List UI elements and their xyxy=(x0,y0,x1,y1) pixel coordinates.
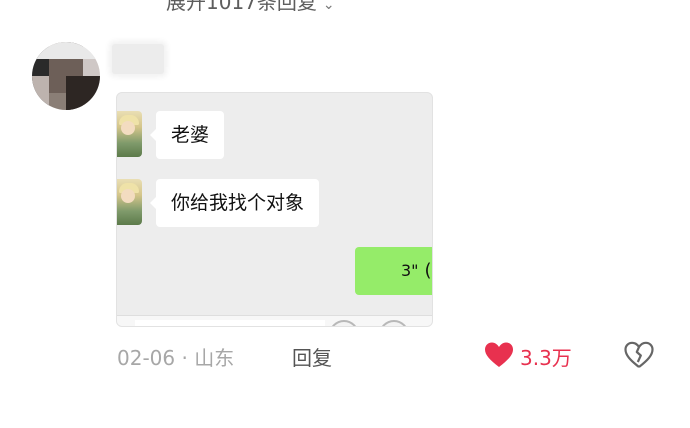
comment-meta: 02-06 · 山东 xyxy=(117,342,234,371)
voice-message-bubble: 3" ( xyxy=(355,247,432,295)
comment-date: 02-06 xyxy=(117,346,176,370)
voice-duration: 3" xyxy=(401,261,419,280)
avatar[interactable] xyxy=(32,42,100,110)
emoji-icon xyxy=(329,320,359,326)
comment-image-screenshot[interactable]: 老婆 你给我找个对象 3" ( xyxy=(116,92,433,327)
expand-replies-label: 展开1017条回复 xyxy=(166,0,317,14)
chat-bubble: 老婆 xyxy=(149,111,225,159)
voice-wave-icon: ( xyxy=(424,260,432,281)
comment-location: 山东 xyxy=(194,346,235,370)
chat-bubble: 你给我找个对象 xyxy=(149,179,320,227)
chevron-down-icon: ⌄ xyxy=(322,0,335,13)
broken-heart-icon[interactable] xyxy=(624,341,654,369)
chat-input-bar xyxy=(117,315,432,326)
heart-filled-icon xyxy=(485,342,513,367)
expand-replies-link[interactable]: 展开1017条回复 ⌄ xyxy=(166,0,335,15)
reply-button[interactable]: 回复 xyxy=(292,342,332,371)
meta-separator: · xyxy=(181,346,188,370)
username-blurred[interactable] xyxy=(112,44,164,74)
chat-avatar xyxy=(117,179,142,225)
chat-avatar xyxy=(117,111,142,157)
plus-icon xyxy=(379,320,409,326)
like-count: 3.3万 xyxy=(520,346,572,370)
